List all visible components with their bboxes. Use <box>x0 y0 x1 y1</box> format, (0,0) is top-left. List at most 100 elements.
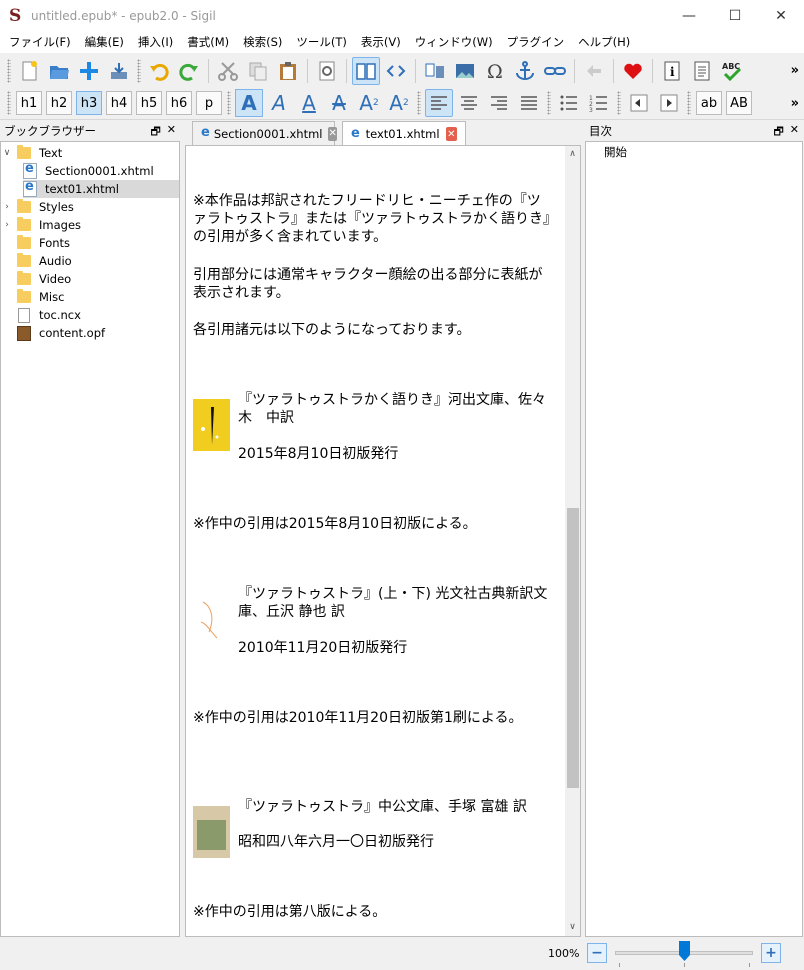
undock-icon[interactable]: 🗗 <box>773 123 783 142</box>
menu-tools[interactable]: ツール(T) <box>289 31 354 53</box>
toolbar-grip[interactable] <box>7 58 11 83</box>
decrease-indent-icon[interactable] <box>625 89 653 117</box>
underline-icon[interactable]: A <box>295 89 323 117</box>
minimize-button[interactable]: — <box>666 0 712 31</box>
split-merge-icon[interactable] <box>421 57 449 85</box>
heading-h6-button[interactable]: h6 <box>166 91 192 115</box>
tree-item-fonts-folder[interactable]: Fonts <box>1 234 179 252</box>
tree-item-content-opf[interactable]: content.opf <box>1 324 179 342</box>
paragraph[interactable]: 2010年11月20日初版発行 <box>238 639 558 657</box>
anchor-icon[interactable] <box>511 57 539 85</box>
zoom-out-button[interactable]: − <box>587 943 607 963</box>
code-view-icon[interactable] <box>382 57 410 85</box>
close-panel-icon[interactable]: ✕ <box>790 123 799 142</box>
menu-edit[interactable]: 編集(E) <box>78 31 131 53</box>
heading-h2-button[interactable]: h2 <box>46 91 72 115</box>
book-view-icon[interactable] <box>352 56 380 85</box>
menu-window[interactable]: ウィンドウ(W) <box>408 31 500 53</box>
superscript-icon[interactable]: A2 <box>385 89 413 117</box>
heading-h5-button[interactable]: h5 <box>136 91 162 115</box>
paragraph[interactable]: 各引用諸元は以下のようになっております。 <box>193 321 553 339</box>
close-tab-icon[interactable]: ✕ <box>445 127 457 141</box>
bullet-list-icon[interactable] <box>555 89 583 117</box>
new-file-icon[interactable] <box>15 57 43 85</box>
menu-view[interactable]: 表示(V) <box>354 31 408 53</box>
expand-chevron-icon[interactable]: ∨ <box>1 148 13 158</box>
align-justify-icon[interactable] <box>515 89 543 117</box>
align-right-icon[interactable] <box>485 89 513 117</box>
menu-help[interactable]: ヘルプ(H) <box>571 31 637 53</box>
menu-search[interactable]: 検索(S) <box>236 31 289 53</box>
tree-item-misc-folder[interactable]: Misc <box>1 288 179 306</box>
open-folder-icon[interactable] <box>45 57 73 85</box>
strikethrough-icon[interactable]: A <box>325 89 353 117</box>
tab-section0001[interactable]: e Section0001.xhtml ✕ <box>192 121 337 145</box>
toolbar-overflow-icon[interactable]: » <box>791 96 799 111</box>
spellcheck-icon[interactable]: ABC <box>718 57 746 85</box>
link-icon[interactable] <box>541 57 569 85</box>
close-tab-icon[interactable]: ✕ <box>328 126 337 141</box>
menu-plugins[interactable]: プラグイン <box>500 31 572 53</box>
save-icon[interactable] <box>105 57 133 85</box>
book-view-editor[interactable]: ※本作品は邦訳されたフリードリヒ・ニーチェ作の『ツァラトゥストラ』または『ツァラ… <box>185 145 581 937</box>
undo-icon[interactable] <box>145 57 173 85</box>
increase-indent-icon[interactable] <box>655 89 683 117</box>
heading-h1-button[interactable]: h1 <box>16 91 42 115</box>
back-arrow-icon[interactable] <box>580 57 608 85</box>
bold-icon[interactable]: A <box>235 89 263 117</box>
paragraph-button[interactable]: p <box>196 91 222 115</box>
tree-item-toc-ncx[interactable]: toc.ncx <box>1 306 179 324</box>
tree-item-text01[interactable]: text01.xhtml <box>23 179 179 198</box>
undock-icon[interactable]: 🗗 <box>150 123 160 142</box>
subscript-icon[interactable]: A2 <box>355 89 383 117</box>
uppercase-button[interactable]: AB <box>726 91 752 115</box>
tree-item-video-folder[interactable]: Video <box>1 270 179 288</box>
align-left-icon[interactable] <box>425 89 453 117</box>
menu-file[interactable]: ファイル(F) <box>2 31 78 53</box>
cut-icon[interactable] <box>214 57 242 85</box>
heading-h3-button[interactable]: h3 <box>76 91 102 115</box>
align-center-icon[interactable] <box>455 89 483 117</box>
menu-insert[interactable]: 挿入(I) <box>131 31 180 53</box>
scroll-down-icon[interactable]: ∨ <box>565 919 580 936</box>
preview-icon[interactable] <box>313 57 341 85</box>
insert-image-icon[interactable] <box>451 57 479 85</box>
paragraph[interactable]: 昭和四八年六月一〇日初版発行 <box>238 833 558 851</box>
special-character-icon[interactable]: Ω <box>481 57 509 85</box>
table-of-contents-icon[interactable] <box>688 57 716 85</box>
paragraph[interactable]: ※本作品は邦訳されたフリードリヒ・ニーチェ作の『ツァラトゥストラ』または『ツァラ… <box>193 192 553 246</box>
paragraph[interactable]: ※作中の引用は第八版による。 <box>193 903 553 921</box>
copy-icon[interactable] <box>244 57 272 85</box>
tree-item-section0001[interactable]: Section0001.xhtml <box>23 161 179 180</box>
metadata-info-icon[interactable]: i <box>658 57 686 85</box>
tree-item-styles-folder[interactable]: › Styles <box>1 198 179 216</box>
menu-format[interactable]: 書式(M) <box>180 31 236 53</box>
paragraph[interactable]: 『ツァラトゥストラかく語りき』河出文庫、佐々木 中訳 <box>238 391 558 427</box>
collapsed-chevron-icon[interactable]: › <box>1 202 13 212</box>
paste-icon[interactable] <box>274 57 302 85</box>
paragraph[interactable]: 引用部分には通常キャラクター顔絵の出る部分に表紙が表示されます。 <box>193 266 553 302</box>
paragraph[interactable]: 2015年8月10日初版発行 <box>238 445 558 463</box>
paragraph[interactable]: ※作中の引用は2010年11月20日初版第1刷による。 <box>193 709 553 727</box>
tree-item-images-folder[interactable]: › Images <box>1 216 179 234</box>
maximize-button[interactable]: ☐ <box>712 0 758 31</box>
zoom-slider-handle[interactable] <box>679 941 690 961</box>
paragraph[interactable]: 『ツァラトゥストラ』(上・下) 光文社古典新訳文庫、丘沢 静也 訳 <box>238 585 558 621</box>
numbered-list-icon[interactable]: 123 <box>585 89 613 117</box>
heart-donate-icon[interactable] <box>619 57 647 85</box>
add-icon[interactable] <box>75 57 103 85</box>
paragraph[interactable]: ※作中の引用は2015年8月10日初版による。 <box>193 515 553 533</box>
scroll-up-icon[interactable]: ∧ <box>565 146 580 163</box>
heading-h4-button[interactable]: h4 <box>106 91 132 115</box>
tab-text01[interactable]: e text01.xhtml ✕ <box>342 121 466 146</box>
italic-icon[interactable]: A <box>265 89 293 117</box>
redo-icon[interactable] <box>175 57 203 85</box>
paragraph[interactable]: 『ツァラトゥストラ』中公文庫、手塚 富雄 訳 <box>238 798 558 816</box>
lowercase-button[interactable]: ab <box>696 91 722 115</box>
tree-item-text-folder[interactable]: ∨ Text <box>1 144 179 162</box>
zoom-in-button[interactable]: + <box>761 943 781 963</box>
editor-vertical-scrollbar[interactable]: ∧ ∨ <box>565 146 580 936</box>
scrollbar-thumb[interactable] <box>567 508 579 788</box>
close-panel-icon[interactable]: ✕ <box>167 123 176 142</box>
toc-entry[interactable]: 開始 <box>604 144 627 160</box>
